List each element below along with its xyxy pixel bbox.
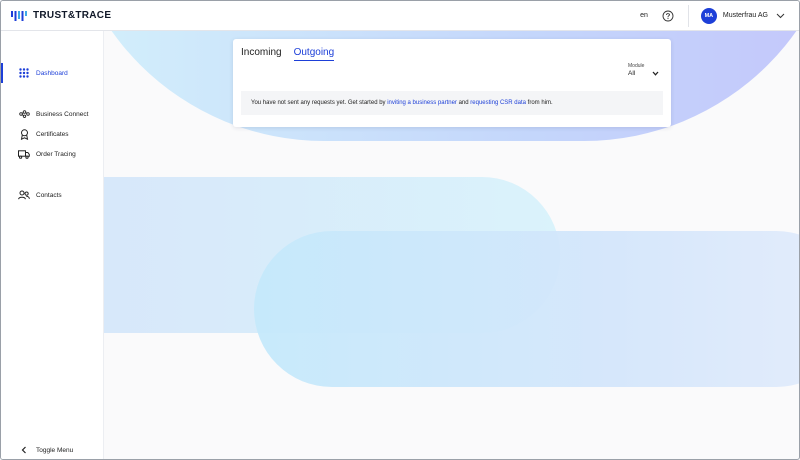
- sidebar-item-label: Business Connect: [36, 110, 89, 118]
- sidebar-item-label: Contacts: [36, 191, 62, 199]
- chevron-down-icon: [652, 71, 659, 76]
- avatar: MA: [700, 7, 717, 24]
- award-icon: [17, 128, 31, 140]
- logo[interactable]: TRUST&TRACE: [11, 10, 111, 22]
- chevron-down-icon: [776, 13, 785, 18]
- invite-partner-link[interactable]: inviting a business partner: [387, 100, 457, 106]
- background-shape-bottom: [254, 231, 799, 387]
- sidebar-item-label: Dashboard: [36, 69, 68, 77]
- network-icon: [17, 110, 31, 118]
- request-tabs: Incoming Outgoing: [241, 47, 346, 61]
- sidebar: Dashboard Business Connect Certificates …: [1, 31, 104, 459]
- tab-incoming[interactable]: Incoming: [241, 47, 282, 61]
- help-button[interactable]: [662, 10, 674, 22]
- sidebar-item-business-connect[interactable]: Business Connect: [1, 105, 104, 123]
- grid-icon: [17, 68, 31, 78]
- language-selector[interactable]: en: [640, 12, 648, 19]
- sidebar-item-certificates[interactable]: Certificates: [1, 125, 104, 143]
- logo-icon: [11, 10, 27, 21]
- notice-text: You have not sent any requests yet. Get …: [251, 100, 388, 106]
- help-icon: [662, 10, 674, 21]
- module-select[interactable]: Module All: [625, 63, 663, 81]
- notice-text: and: [456, 100, 471, 106]
- sidebar-item-contacts[interactable]: Contacts: [1, 186, 104, 204]
- toggle-menu-button[interactable]: Toggle Menu: [1, 441, 104, 459]
- module-select-label: Module: [628, 63, 645, 69]
- empty-state-message: You have not sent any requests yet. Get …: [241, 91, 663, 115]
- truck-icon: [17, 149, 31, 159]
- request-csr-data-link[interactable]: requesting CSR data: [470, 100, 526, 106]
- sidebar-item-label: Order Tracing: [36, 150, 76, 158]
- chevron-left-icon: [17, 446, 31, 454]
- user-name: Musterfrau AG: [722, 12, 768, 19]
- sidebar-item-label: Certificates: [36, 130, 69, 138]
- toggle-menu-label: Toggle Menu: [36, 446, 74, 454]
- user-menu[interactable]: MA Musterfrau AG: [689, 7, 799, 24]
- sidebar-item-dashboard[interactable]: Dashboard: [1, 64, 104, 82]
- top-bar: TRUST&TRACE en MA Musterfrau AG: [1, 1, 799, 31]
- requests-card: Incoming Outgoing Module All You have no…: [233, 39, 671, 127]
- topbar-actions: en MA Musterfrau AG: [640, 1, 799, 30]
- contacts-icon: [17, 190, 31, 200]
- module-select-value: All: [628, 70, 636, 77]
- notice-text: from him.: [525, 100, 553, 106]
- app-window: TRUST&TRACE en MA Musterfrau AG Dashboar…: [0, 0, 800, 460]
- sidebar-item-order-tracing[interactable]: Order Tracing: [1, 145, 104, 163]
- logo-text: TRUST&TRACE: [33, 10, 112, 21]
- tab-outgoing[interactable]: Outgoing: [293, 47, 335, 61]
